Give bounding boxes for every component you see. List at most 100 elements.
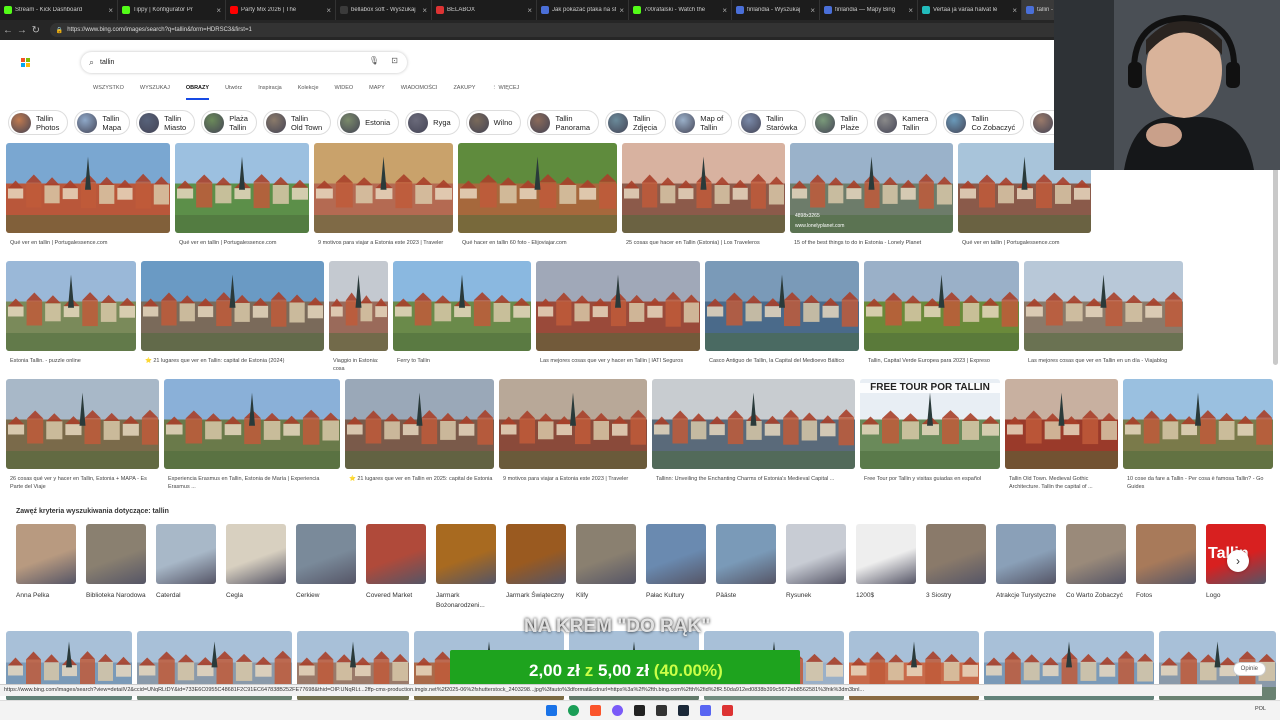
related-chip[interactable]: Tallin Zdjęcia <box>605 110 667 135</box>
tab-close-icon[interactable]: × <box>216 6 221 15</box>
image-result[interactable]: Qué ver en tallin | Portugalessence.com <box>6 143 170 247</box>
related-thumbnail[interactable] <box>156 524 216 584</box>
related-thumbnail[interactable] <box>646 524 706 584</box>
browser-tab[interactable]: Tippy | Konfigurator Pr × <box>118 0 226 20</box>
image-result[interactable]: 25 cosas que hacer en Tallin (Estonia) |… <box>622 143 785 247</box>
app-icon[interactable] <box>612 705 623 716</box>
related-item[interactable]: Rysunek <box>786 524 846 601</box>
image-thumbnail[interactable] <box>314 143 453 233</box>
image-caption[interactable]: 10 cose da fare a Tallin - Per cosa è fa… <box>1123 475 1273 491</box>
image-caption[interactable]: 15 of the best things to do in Estonia -… <box>790 239 953 247</box>
image-result[interactable]: Qué ver en tallin | Portugalessence.com <box>175 143 309 247</box>
image-thumbnail[interactable]: 4898x3265 www.lonelyplanet.com <box>790 143 953 233</box>
image-result[interactable]: Tallinn: Unveiling the Enchanting Charms… <box>652 379 855 483</box>
related-chip[interactable]: Tallin Photos <box>8 110 69 135</box>
image-caption[interactable]: Free Tour por Tallin y visitas guiadas e… <box>860 475 1000 483</box>
microsoft-logo[interactable] <box>21 58 30 67</box>
image-thumbnail[interactable] <box>141 261 324 351</box>
scope-tab[interactable]: Utwórz <box>220 85 253 97</box>
image-caption[interactable]: Qué ver en tallin | Portugalessence.com <box>958 239 1091 247</box>
image-caption[interactable]: Viaggio in Estonia: cosa <box>329 357 388 373</box>
image-thumbnail[interactable] <box>175 143 309 233</box>
image-caption[interactable]: 26 cosas qué ver y hacer en Tallin, Esto… <box>6 475 159 491</box>
system-tray[interactable]: POL <box>1255 706 1266 712</box>
related-item[interactable]: Fotos <box>1136 524 1196 601</box>
related-chip[interactable]: Plaża Tallin <box>201 110 257 135</box>
carousel-next-arrow[interactable]: › <box>1227 550 1249 572</box>
related-chip[interactable]: Tallin Co Zobaczyć <box>943 110 1025 135</box>
related-chip[interactable]: Kamera Tallin <box>874 110 938 135</box>
image-caption[interactable]: Tallin, Capital Verde Europea para 2023 … <box>864 357 1019 365</box>
image-caption[interactable]: Qué ver en tallin | Portugalessence.com <box>6 239 170 247</box>
image-caption[interactable]: Ferry to Tallin <box>393 357 531 365</box>
image-caption[interactable]: Qué ver en tallin | Portugalessence.com <box>175 239 309 247</box>
related-chip[interactable]: Map of Tallin <box>672 110 733 135</box>
related-thumbnail[interactable] <box>856 524 916 584</box>
related-thumbnail[interactable] <box>1066 524 1126 584</box>
image-caption[interactable]: Experiencia Erasmus en Tallin, Estonia d… <box>164 475 340 491</box>
image-thumbnail[interactable] <box>329 261 388 351</box>
image-result[interactable]: ⭐ 21 lugares que ver en Tallin: capital … <box>141 261 324 365</box>
feedback-button[interactable]: Opinie <box>1232 662 1266 676</box>
scope-tab[interactable]: WIDEO <box>330 85 365 97</box>
tab-close-icon[interactable]: × <box>619 6 624 15</box>
image-caption[interactable]: ⭐ 21 lugares que ver en Tallin en 2025: … <box>345 475 494 483</box>
related-thumbnail[interactable] <box>16 524 76 584</box>
image-thumbnail[interactable] <box>6 379 159 469</box>
image-thumbnail[interactable] <box>164 379 340 469</box>
obs-icon[interactable] <box>634 705 645 716</box>
image-caption[interactable]: 25 cosas que hacer en Tallin (Estonia) |… <box>622 239 785 247</box>
related-thumbnail[interactable] <box>716 524 776 584</box>
browser-tab[interactable]: finlandia — Mapy Bing × <box>820 0 918 20</box>
related-item[interactable]: Caterdal <box>156 524 216 601</box>
image-caption[interactable]: Tallin Old Town. Medieval Gothic Archite… <box>1005 475 1118 491</box>
image-thumbnail[interactable] <box>6 143 170 233</box>
image-result[interactable]: 10 cose da fare a Tallin - Per cosa è fa… <box>1123 379 1273 491</box>
brave-icon[interactable] <box>590 705 601 716</box>
related-item[interactable]: Pääste <box>716 524 776 601</box>
tab-close-icon[interactable]: × <box>108 6 113 15</box>
scope-tab[interactable]: ⋮ WIĘCEJ <box>486 85 530 97</box>
image-result[interactable]: Las mejores cosas que ver y hacer en Tal… <box>536 261 700 365</box>
browser-tab[interactable]: Vertaa ja varaa halvat le × <box>918 0 1022 20</box>
image-thumbnail[interactable] <box>393 261 531 351</box>
image-thumbnail[interactable] <box>864 261 1019 351</box>
image-result[interactable]: 9 motivos para viajar a Estonia este 202… <box>314 143 453 247</box>
related-thumbnail[interactable] <box>436 524 496 584</box>
related-thumbnail[interactable] <box>1136 524 1196 584</box>
related-thumbnail[interactable] <box>226 524 286 584</box>
scope-tab[interactable]: WYSZUKAJ <box>135 85 181 97</box>
tab-close-icon[interactable]: × <box>422 6 427 15</box>
scope-tab[interactable]: MAPY <box>364 85 396 97</box>
scope-tab[interactable]: Inspiracja <box>253 85 293 97</box>
language-indicator[interactable]: POL <box>1255 706 1266 712</box>
related-chip[interactable]: Estonia <box>337 110 400 135</box>
related-item[interactable]: Biblioteka Narodowa <box>86 524 146 601</box>
image-result[interactable]: Estonia Tallin. - puzzle online <box>6 261 136 365</box>
edge-icon[interactable] <box>568 705 579 716</box>
related-thumbnail[interactable] <box>576 524 636 584</box>
related-thumbnail[interactable] <box>996 524 1056 584</box>
related-item[interactable]: Cegla <box>226 524 286 601</box>
image-result[interactable]: Ferry to Tallin <box>393 261 531 365</box>
reload-icon[interactable]: ↻ <box>30 25 42 36</box>
related-chip[interactable]: Tallin Mapa <box>74 110 131 135</box>
image-result[interactable]: 9 motivos para viajar a Estonia este 202… <box>499 379 647 483</box>
image-thumbnail[interactable] <box>458 143 617 233</box>
image-thumbnail[interactable] <box>1005 379 1118 469</box>
search-icon[interactable]: ⌕ <box>89 57 94 68</box>
image-result[interactable]: ⭐ 21 lugares que ver en Tallin en 2025: … <box>345 379 494 483</box>
related-item[interactable]: 3 Siostry <box>926 524 986 601</box>
image-thumbnail[interactable] <box>652 379 855 469</box>
image-result[interactable]: Las mejores cosas que ver en Tallin en u… <box>1024 261 1183 365</box>
tab-close-icon[interactable]: × <box>810 6 815 15</box>
image-caption[interactable]: 9 motivos para viajar a Estonia este 202… <box>314 239 453 247</box>
image-result[interactable]: 4898x3265 www.lonelyplanet.com 15 of the b… <box>790 143 953 247</box>
related-chip[interactable]: Tallin Old Town <box>262 110 332 135</box>
related-chip[interactable]: Tallin Plaże <box>812 110 869 135</box>
image-result[interactable]: Tallin Old Town. Medieval Gothic Archite… <box>1005 379 1118 491</box>
image-result[interactable]: Viaggio in Estonia: cosa <box>329 261 388 373</box>
related-chip[interactable]: Tallin Starówka <box>738 110 807 135</box>
related-item[interactable]: 1200$ <box>856 524 916 601</box>
browser-tab[interactable]: finlandia - Wyszukaj × <box>732 0 820 20</box>
